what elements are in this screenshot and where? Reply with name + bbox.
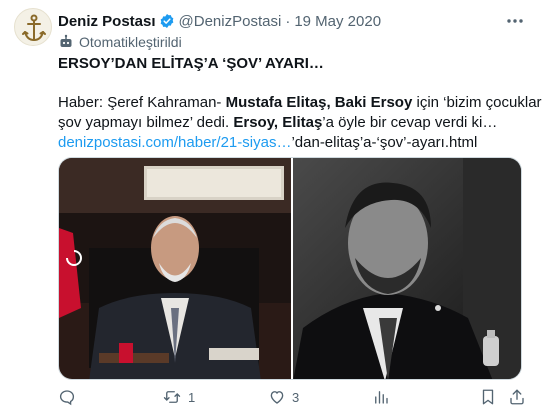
share-icon [510, 389, 524, 405]
views-chart-icon [375, 391, 388, 404]
retweet-count: 1 [188, 389, 196, 405]
line1-part-c: için ‘bizim çocuklar [412, 94, 542, 111]
like-button[interactable]: 3 [268, 388, 299, 406]
media-grid [58, 157, 522, 380]
photo-left[interactable] [59, 158, 291, 380]
headline-bold: ERSOY [58, 55, 111, 72]
account-name[interactable]: Deniz Postası [58, 13, 156, 30]
reply-button[interactable] [58, 388, 82, 406]
automated-text: Otomatikleştirildi [79, 34, 182, 50]
retweet-button[interactable]: 1 [162, 388, 195, 406]
more-options-icon[interactable] [505, 11, 525, 31]
tweet-line-2: şov yapmayı bilmez’ dedi. Ersoy, Elitaş’… [58, 113, 528, 133]
tweet-text: ERSOY’DAN ELİTAŞ’A ‘ŞOV’ AYARI… Haber: Ş… [58, 54, 542, 153]
account-handle[interactable]: @DenizPostasi [179, 13, 282, 30]
like-count: 3 [292, 389, 300, 405]
views-button[interactable] [372, 388, 396, 406]
line2-part-c: ’a öyle bir cevap verdi ki… [322, 114, 498, 131]
bot-icon [60, 34, 72, 47]
line2-part-b: Ersoy, Elitaş [233, 114, 323, 131]
retweet-icon [163, 391, 181, 403]
tweet-date[interactable]: 19 May 2020 [294, 13, 381, 30]
heart-icon [270, 391, 284, 404]
bookmark-icon [482, 389, 494, 405]
share-button[interactable] [508, 388, 526, 406]
link-rest-text: ’dan-elitaş’a-‘şov’-ayarı.html [291, 134, 478, 151]
headline-rest: ’DAN ELİTAŞ’A ‘ŞOV’ AYARI… [110, 55, 324, 72]
tweet-headline: ERSOY’DAN ELİTAŞ’A ‘ŞOV’ AYARI… [58, 54, 528, 74]
line1-part-a: Haber: Şeref Kahraman- [58, 94, 226, 111]
automated-label: Otomatikleştirildi [58, 34, 182, 50]
separator-dot: · [285, 12, 291, 30]
line2-part-a: şov yapmayı bilmez’ dedi. [58, 114, 234, 131]
line1-part-b: Mustafa Elitaş, Baki Ersoy [225, 94, 413, 111]
tweet-line-3: denizpostasi.com/haber/21-siyas…’dan-eli… [58, 133, 528, 153]
article-link[interactable]: denizpostasi.com/haber/21-siyas… [58, 134, 291, 151]
reply-icon [59, 390, 75, 406]
tweet-header: Deniz Postası @DenizPostasi · 19 May 202… [58, 12, 381, 30]
anchor-icon [22, 14, 46, 42]
avatar[interactable] [14, 8, 52, 46]
photo-right[interactable] [293, 158, 522, 380]
tweet-card[interactable]: Deniz Postası @DenizPostasi · 19 May 202… [0, 0, 542, 410]
action-bar: 1 3 [52, 388, 532, 410]
tweet-line-1: Haber: Şeref Kahraman- Mustafa Elitaş, B… [58, 93, 542, 113]
verified-badge-icon [160, 14, 173, 28]
bookmark-button[interactable] [480, 388, 496, 406]
